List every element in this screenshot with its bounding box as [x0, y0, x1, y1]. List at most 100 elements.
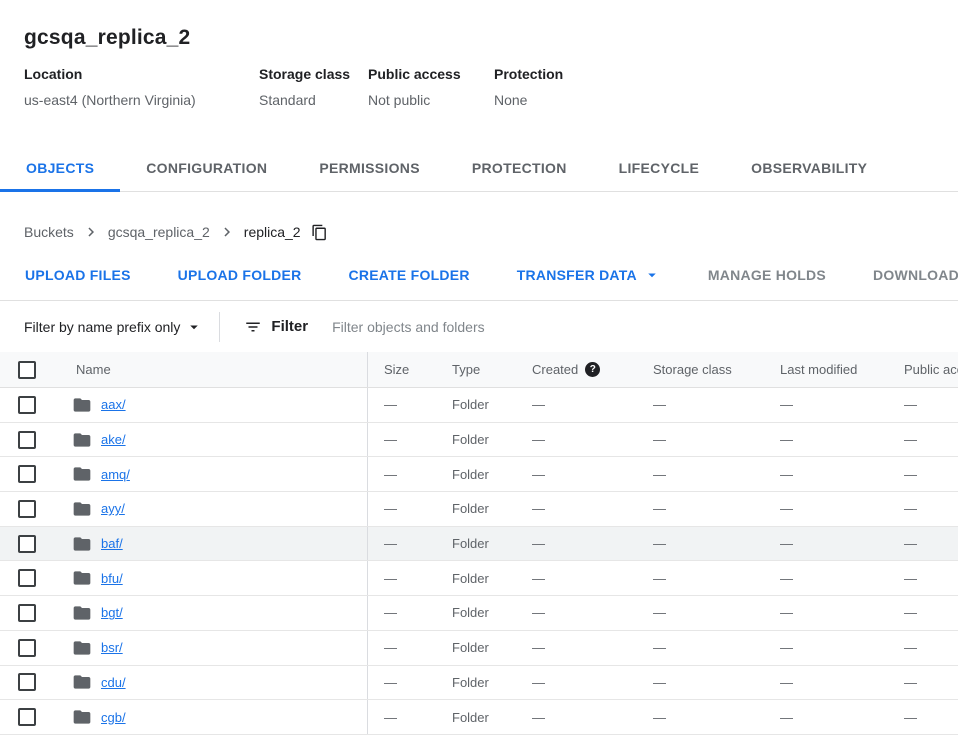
row-checkbox[interactable] — [18, 673, 36, 691]
help-icon[interactable]: ? — [585, 362, 600, 377]
row-type: Folder — [436, 527, 516, 561]
detail-value: Not public — [368, 92, 494, 108]
row-last-modified: — — [764, 527, 888, 561]
row-created: — — [516, 388, 637, 422]
column-header-created-label: Created — [532, 362, 578, 377]
row-checkbox[interactable] — [18, 396, 36, 414]
row-created: — — [516, 631, 637, 665]
tab-bar: OBJECTS CONFIGURATION PERMISSIONS PROTEC… — [0, 144, 958, 192]
row-created: — — [516, 457, 637, 491]
folder-icon — [72, 603, 92, 623]
toolbar-button[interactable]: MANAGE HOLDS — [692, 257, 842, 293]
row-size: — — [368, 492, 436, 526]
divider — [219, 312, 220, 342]
row-name-cell: cdu/ — [56, 666, 368, 700]
folder-link[interactable]: bfu/ — [101, 571, 123, 586]
row-checkbox[interactable] — [18, 535, 36, 553]
row-checkbox[interactable] — [18, 569, 36, 587]
folder-link[interactable]: amq/ — [101, 467, 130, 482]
row-checkbox[interactable] — [18, 431, 36, 449]
tab[interactable]: OBSERVABILITY — [725, 144, 893, 191]
row-storage-class: — — [637, 700, 764, 734]
toolbar-button[interactable]: UPLOAD FILES — [9, 257, 147, 293]
folder-icon — [72, 430, 92, 450]
breadcrumb-bucket-link[interactable]: gcsqa_replica_2 — [108, 224, 210, 240]
row-last-modified: — — [764, 666, 888, 700]
breadcrumb-buckets-link[interactable]: Buckets — [24, 224, 74, 240]
column-header-type: Type — [436, 352, 516, 387]
row-checkbox-cell — [0, 700, 56, 734]
folder-icon — [72, 395, 92, 415]
select-all-checkbox[interactable] — [18, 361, 36, 379]
toolbar-button[interactable]: UPLOAD FOLDER — [162, 257, 318, 293]
toolbar-button-label: UPLOAD FOLDER — [178, 267, 302, 283]
row-name-cell: aax/ — [56, 388, 368, 422]
bucket-detail: Location us-east4 (Northern Virginia) — [24, 66, 259, 108]
row-storage-class: — — [637, 631, 764, 665]
folder-link[interactable]: cdu/ — [101, 675, 126, 690]
bucket-detail: Protection None — [494, 66, 934, 108]
folder-link[interactable]: cgb/ — [101, 710, 126, 725]
row-checkbox[interactable] — [18, 465, 36, 483]
folder-icon — [72, 638, 92, 658]
row-checkbox[interactable] — [18, 708, 36, 726]
row-type: Folder — [436, 561, 516, 595]
folder-link[interactable]: bgt/ — [101, 605, 123, 620]
row-checkbox-cell — [0, 596, 56, 630]
tab-label: OBSERVABILITY — [751, 160, 867, 176]
row-created: — — [516, 666, 637, 700]
row-type: Folder — [436, 388, 516, 422]
detail-label: Protection — [494, 66, 934, 82]
row-last-modified: — — [764, 561, 888, 595]
row-name-cell: ake/ — [56, 423, 368, 457]
folder-link[interactable]: bsr/ — [101, 640, 123, 655]
folder-icon — [72, 672, 92, 692]
tab[interactable]: LIFECYCLE — [593, 144, 725, 191]
chevron-down-icon — [643, 266, 661, 284]
table-body: aax/ — Folder — — — — ake/ — [0, 388, 958, 735]
folder-link[interactable]: ake/ — [101, 432, 126, 447]
toolbar-button[interactable]: DOWNLOAD — [857, 257, 958, 293]
row-name-cell: cgb/ — [56, 700, 368, 734]
column-header-storage-class: Storage class — [637, 352, 764, 387]
row-last-modified: — — [764, 388, 888, 422]
row-name-cell: baf/ — [56, 527, 368, 561]
bucket-details: Location us-east4 (Northern Virginia) St… — [24, 66, 934, 108]
tab-label: LIFECYCLE — [619, 160, 699, 176]
toolbar-button[interactable]: CREATE FOLDER — [332, 257, 485, 293]
row-storage-class: — — [637, 388, 764, 422]
row-type: Folder — [436, 700, 516, 734]
row-name-cell: amq/ — [56, 457, 368, 491]
row-size: — — [368, 666, 436, 700]
tab[interactable]: CONFIGURATION — [120, 144, 293, 191]
column-header-last-modified: Last modified — [764, 352, 888, 387]
tab[interactable]: OBJECTS — [0, 144, 120, 191]
folder-link[interactable]: baf/ — [101, 536, 123, 551]
row-name-cell: bsr/ — [56, 631, 368, 665]
row-checkbox[interactable] — [18, 639, 36, 657]
row-type: Folder — [436, 666, 516, 700]
filter-label: Filter — [271, 318, 308, 335]
filter-input[interactable] — [332, 319, 934, 335]
row-name-cell: ayy/ — [56, 492, 368, 526]
row-checkbox-cell — [0, 561, 56, 595]
filter-bar: Filter by name prefix only Filter — [0, 301, 958, 352]
row-checkbox[interactable] — [18, 604, 36, 622]
folder-icon — [72, 534, 92, 554]
tab[interactable]: PERMISSIONS — [293, 144, 446, 191]
toolbar-button[interactable]: TRANSFER DATA — [501, 257, 677, 293]
filter-scope-dropdown[interactable]: Filter by name prefix only — [24, 318, 203, 336]
row-created: — — [516, 561, 637, 595]
folder-link[interactable]: aax/ — [101, 397, 126, 412]
row-created: — — [516, 423, 637, 457]
table-row: ake/ — Folder — — — — — [0, 423, 958, 458]
table-row: bsr/ — Folder — — — — — [0, 631, 958, 666]
folder-link[interactable]: ayy/ — [101, 501, 125, 516]
row-checkbox[interactable] — [18, 500, 36, 518]
header-checkbox-cell — [0, 352, 56, 387]
breadcrumb: Buckets gcsqa_replica_2 replica_2 — [0, 192, 958, 241]
copy-icon[interactable] — [311, 224, 328, 241]
tab[interactable]: PROTECTION — [446, 144, 593, 191]
row-public-access: — — [888, 700, 958, 734]
chevron-right-icon — [218, 223, 236, 241]
